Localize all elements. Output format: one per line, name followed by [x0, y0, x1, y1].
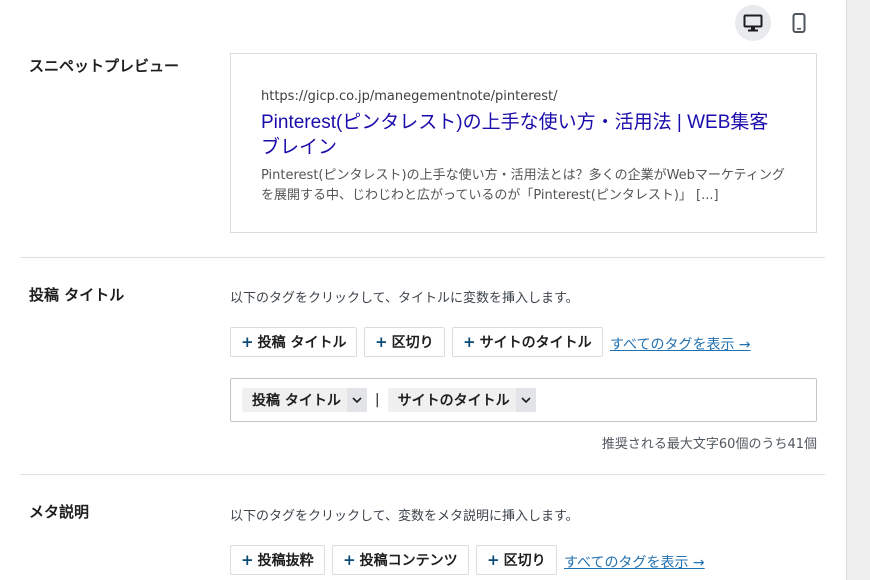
insert-site-title-tag-button[interactable]: + サイトのタイトル	[452, 327, 603, 357]
plus-icon: +	[343, 551, 356, 569]
desktop-icon	[743, 14, 763, 32]
tag-label: 投稿コンテンツ	[359, 553, 458, 569]
plus-icon: +	[241, 551, 254, 569]
snippet-description: Pinterest(ピンタレスト)の上手な使い方・活用法とは？多くの企業がWeb…	[261, 168, 785, 203]
separator-token: |	[374, 392, 380, 408]
insert-excerpt-tag-button[interactable]: + 投稿抜粋	[230, 545, 325, 575]
seo-title-input[interactable]: 投稿 タイトル | サイトのタイトル	[230, 378, 817, 422]
insert-content-tag-button[interactable]: + 投稿コンテンツ	[332, 545, 469, 575]
snippet-title[interactable]: Pinterest(ピンタレスト)の上手な使い方・活用法 | WEB集客ブレイン	[261, 110, 786, 160]
mobile-icon	[792, 13, 806, 33]
snippet-preview-label: スニペットプレビュー	[29, 57, 180, 75]
divider	[20, 257, 825, 258]
site-title-chip[interactable]: サイトのタイトル	[387, 388, 536, 412]
desktop-preview-button[interactable]	[735, 5, 771, 41]
meta-description-help: 以下のタグをクリックして、変数をメタ説明に挿入します。	[230, 509, 579, 524]
chip-label: 投稿 タイトル	[252, 393, 341, 409]
snippet-preview: https://gicp.co.jp/manegementnote/pinter…	[230, 53, 817, 233]
chip-label: サイトのタイトル	[397, 393, 510, 409]
insert-separator-tag-button[interactable]: + 区切り	[476, 545, 557, 575]
post-title-chip[interactable]: 投稿 タイトル	[242, 388, 367, 412]
plus-icon: +	[487, 551, 500, 569]
title-length-counter: 推奨される最大文字60個のうち41個	[601, 437, 817, 452]
show-all-tags-link[interactable]: すべてのタグを表示 →	[610, 334, 751, 354]
show-all-tags-link[interactable]: すべてのタグを表示 →	[564, 552, 705, 572]
insert-post-title-tag-button[interactable]: + 投稿 タイトル	[230, 327, 358, 357]
tag-label: 区切り	[391, 335, 434, 351]
plus-icon: +	[463, 333, 476, 351]
divider	[20, 474, 825, 475]
insert-separator-tag-button[interactable]: + 区切り	[364, 327, 445, 357]
plus-icon: +	[375, 333, 388, 351]
snippet-url: https://gicp.co.jp/manegementnote/pinter…	[261, 89, 558, 104]
mobile-preview-button[interactable]	[781, 5, 817, 41]
tag-label: 投稿抜粋	[257, 553, 314, 569]
chevron-down-icon[interactable]	[346, 388, 367, 412]
meta-description-label: メタ説明	[29, 503, 90, 521]
tag-label: 区切り	[503, 553, 546, 569]
tag-label: サイトのタイトル	[479, 335, 592, 351]
tag-label: 投稿 タイトル	[257, 335, 347, 351]
chevron-down-icon[interactable]	[515, 388, 536, 412]
post-title-help: 以下のタグをクリックして、タイトルに変数を挿入します。	[230, 291, 579, 306]
scrollbar[interactable]	[846, 0, 870, 580]
post-title-label: 投稿 タイトル	[29, 286, 125, 304]
plus-icon: +	[241, 333, 254, 351]
